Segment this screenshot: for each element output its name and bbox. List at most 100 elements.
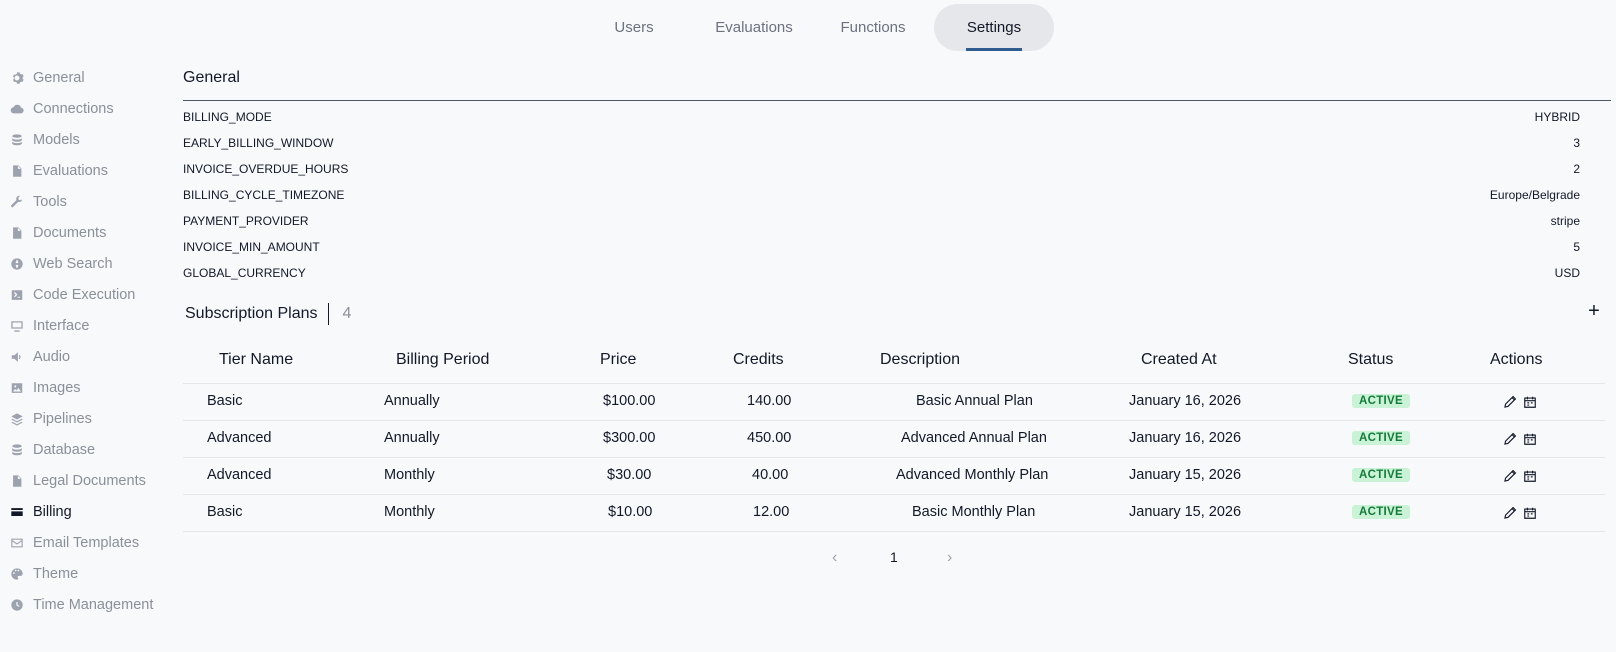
sidebar-item-database[interactable]: Database xyxy=(0,438,95,462)
add-plan-button[interactable]: + xyxy=(1582,300,1606,324)
sidebar-item-label: Evaluations xyxy=(33,163,108,179)
setting-key: INVOICE_MIN_AMOUNT xyxy=(183,240,320,254)
calendar-icon xyxy=(1524,396,1536,408)
subscription-plans-title: Subscription Plans xyxy=(185,305,318,322)
edit-plan-button[interactable] xyxy=(1502,394,1518,410)
sidebar-item-tools[interactable]: Tools xyxy=(0,190,67,214)
cell-credits: 140.00 xyxy=(747,393,792,409)
cell-tier-name: Basic xyxy=(207,504,243,520)
tab-functions[interactable]: Functions xyxy=(832,4,914,51)
next-page-button[interactable]: › xyxy=(947,549,952,567)
tab-users[interactable]: Users xyxy=(598,4,670,51)
sidebar-item-web-search[interactable]: Web Search xyxy=(0,252,113,276)
cell-tier-name: Basic xyxy=(207,393,243,409)
sidebar-item-connections[interactable]: Connections xyxy=(0,97,114,121)
subscription-plans-header: Subscription Plans 4 xyxy=(185,303,351,325)
sidebar-item-interface[interactable]: Interface xyxy=(0,314,89,338)
sidebar-item-models[interactable]: Models xyxy=(0,128,80,152)
schedule-plan-button[interactable] xyxy=(1522,431,1538,447)
sidebar-item-label: Database xyxy=(33,442,96,458)
cell-price: $100.00 xyxy=(603,393,656,409)
wrench-icon xyxy=(9,194,25,210)
cell-billing-period: Monthly xyxy=(384,504,435,520)
top-nav: Users Evaluations Functions Settings xyxy=(0,4,1616,51)
setting-value: Europe/Belgrade xyxy=(1489,188,1580,202)
setting-row-invoice-overdue-hours: INVOICE_OVERDUE_HOURS 2 xyxy=(183,160,1580,180)
cell-created-at: January 16, 2026 xyxy=(1129,393,1242,409)
document-icon xyxy=(9,225,25,241)
column-header-description: Description xyxy=(880,351,961,368)
column-header-actions: Actions xyxy=(1490,351,1543,368)
edit-plan-button[interactable] xyxy=(1502,468,1518,484)
table-row: Basic Annually $100.00 140.00 Basic Annu… xyxy=(183,384,1605,421)
pencil-icon xyxy=(1504,432,1517,445)
sidebar-item-legal-documents[interactable]: Legal Documents xyxy=(0,469,146,493)
status-badge: ACTIVE xyxy=(1352,505,1410,519)
sidebar-item-label: General xyxy=(33,70,85,86)
cell-created-at: January 15, 2026 xyxy=(1129,467,1242,483)
sidebar-item-time-management[interactable]: Time Management xyxy=(0,593,153,617)
setting-row-global-currency: GLOBAL_CURRENCY USD xyxy=(183,264,1580,284)
active-tab-indicator xyxy=(966,48,1022,51)
sidebar-item-pipelines[interactable]: Pipelines xyxy=(0,407,92,431)
cell-created-at: January 16, 2026 xyxy=(1129,430,1242,446)
schedule-plan-button[interactable] xyxy=(1522,394,1538,410)
setting-key: PAYMENT_PROVIDER xyxy=(183,214,309,228)
setting-value: 3 xyxy=(1573,136,1580,150)
setting-row-payment-provider: PAYMENT_PROVIDER stripe xyxy=(183,212,1580,232)
stack-icon xyxy=(9,132,25,148)
tab-settings-label: Settings xyxy=(966,19,1022,36)
previous-page-button[interactable]: ‹ xyxy=(832,549,837,567)
speaker-icon xyxy=(9,349,25,365)
page-number-button[interactable]: 1 xyxy=(890,549,898,565)
sidebar-item-documents[interactable]: Documents xyxy=(0,221,106,245)
sidebar-item-label: Tools xyxy=(33,194,67,210)
setting-value: USD xyxy=(1554,266,1580,280)
sidebar-item-billing[interactable]: Billing xyxy=(0,500,72,524)
clock-icon xyxy=(9,597,25,613)
plans-count: 4 xyxy=(342,305,352,322)
credit-card-icon xyxy=(9,504,25,520)
tab-evaluations[interactable]: Evaluations xyxy=(708,4,800,51)
cell-credits: 12.00 xyxy=(753,504,790,520)
calendar-icon xyxy=(1524,433,1536,445)
sidebar-item-images[interactable]: Images xyxy=(0,376,81,400)
tab-settings[interactable]: Settings xyxy=(934,4,1054,51)
schedule-plan-button[interactable] xyxy=(1522,468,1538,484)
sidebar-item-label: Time Management xyxy=(33,597,154,613)
table-row: Basic Monthly $10.00 12.00 Basic Monthly… xyxy=(183,495,1605,532)
sidebar-item-label: Pipelines xyxy=(33,411,92,427)
monitor-icon xyxy=(9,318,25,334)
sidebar-item-evaluations[interactable]: Evaluations xyxy=(0,159,108,183)
cell-description: Advanced Annual Plan xyxy=(901,430,1047,446)
status-badge: ACTIVE xyxy=(1352,431,1410,445)
status-badge: ACTIVE xyxy=(1352,468,1410,482)
setting-value: stripe xyxy=(1550,214,1580,228)
pencil-icon xyxy=(1504,506,1517,519)
cell-created-at: January 15, 2026 xyxy=(1129,504,1242,520)
sidebar-item-general[interactable]: General xyxy=(0,66,85,90)
cell-billing-period: Monthly xyxy=(384,467,435,483)
table-row: Advanced Monthly $30.00 40.00 Advanced M… xyxy=(183,458,1605,495)
sidebar-item-label: Documents xyxy=(33,225,107,241)
setting-key: BILLING_MODE xyxy=(183,110,272,124)
column-header-credits: Credits xyxy=(733,351,784,368)
sidebar-item-label: Audio xyxy=(33,349,71,365)
database-icon xyxy=(9,442,25,458)
document-icon xyxy=(9,163,25,179)
setting-value: 2 xyxy=(1573,162,1580,176)
sidebar-item-code-execution[interactable]: Code Execution xyxy=(0,283,135,307)
column-header-price: Price xyxy=(600,351,637,368)
terminal-icon xyxy=(9,287,25,303)
schedule-plan-button[interactable] xyxy=(1522,505,1538,521)
sidebar-item-audio[interactable]: Audio xyxy=(0,345,70,369)
cell-billing-period: Annually xyxy=(384,430,440,446)
column-header-billing-period: Billing Period xyxy=(396,351,490,368)
table-header: Tier Name Billing Period Price Credits D… xyxy=(183,340,1605,384)
edit-plan-button[interactable] xyxy=(1502,431,1518,447)
sidebar-item-label: Web Search xyxy=(33,256,113,272)
table-row: Advanced Annually $300.00 450.00 Advance… xyxy=(183,421,1605,458)
cell-credits: 450.00 xyxy=(747,430,792,446)
edit-plan-button[interactable] xyxy=(1502,505,1518,521)
image-icon xyxy=(9,380,25,396)
